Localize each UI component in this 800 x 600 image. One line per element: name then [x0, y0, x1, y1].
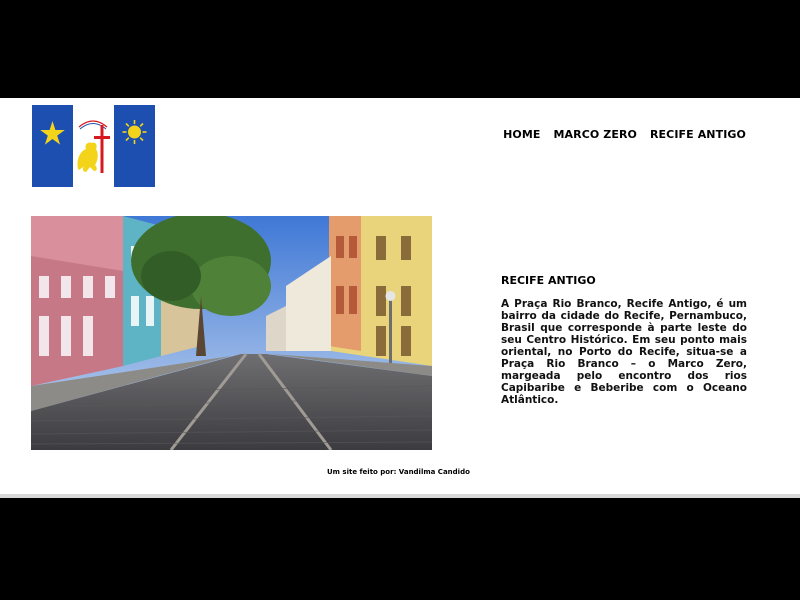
article: RECIFE ANTIGO A Praça Rio Branco, Recife…	[501, 274, 747, 406]
article-body: A Praça Rio Branco, Recife Antigo, é um …	[501, 298, 747, 406]
recife-flag-icon[interactable]	[32, 105, 155, 187]
nav-recife-antigo-link[interactable]: RECIFE ANTIGO	[650, 128, 746, 141]
footer-credit: Um site feito por: Vandilma Candido	[327, 468, 470, 476]
nav-home-link[interactable]: HOME	[503, 128, 540, 141]
main-nav: HOME MARCO ZERO RECIFE ANTIGO	[503, 128, 746, 141]
cobblestone-street-photo	[31, 216, 432, 450]
nav-marco-zero-link[interactable]: MARCO ZERO	[553, 128, 637, 141]
article-title: RECIFE ANTIGO	[501, 274, 596, 287]
page-edge-divider	[0, 494, 800, 498]
page: HOME MARCO ZERO RECIFE ANTIGO RECIFE ANT…	[0, 98, 800, 498]
